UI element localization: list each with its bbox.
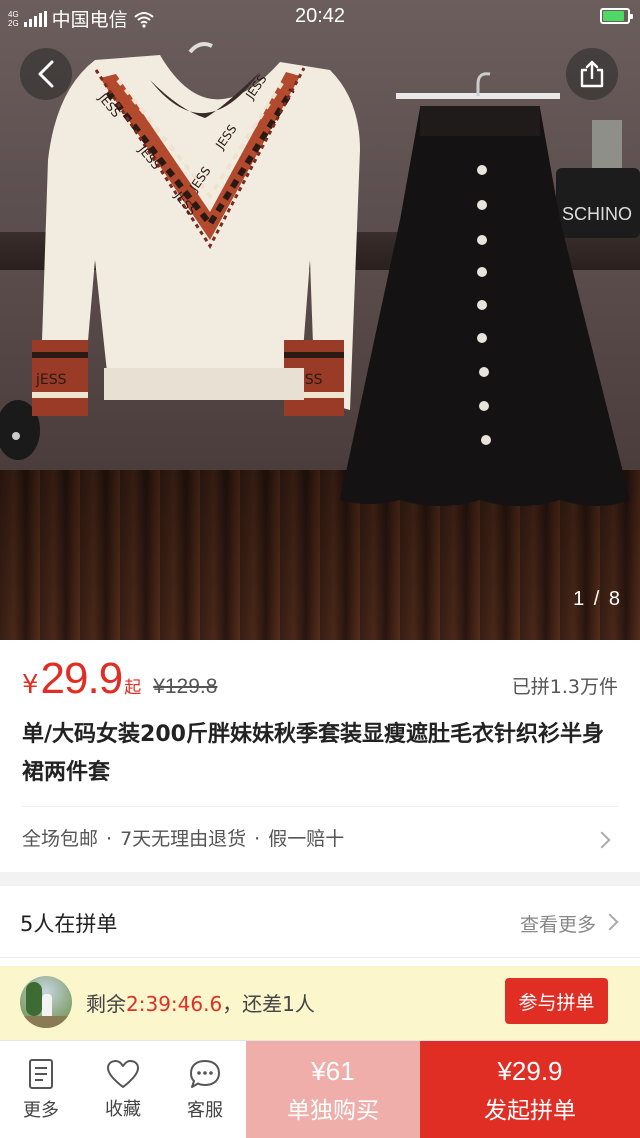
back-button[interactable] (20, 48, 72, 100)
countdown-suffix: ，还差1人 (222, 992, 315, 1016)
group-buy-section: 5人在拼单 查看更多 剩余2:39:46.6，还差1人 参与拼单 (0, 886, 640, 1040)
currency-symbol: ¥ (22, 670, 39, 700)
chat-bubble-icon (190, 1060, 220, 1088)
clock: 20:42 (294, 5, 346, 27)
heart-icon (107, 1060, 139, 1088)
price-row: ¥ 29.9 起 ¥129.8 (22, 654, 217, 704)
single-label: 单独购买 (287, 1097, 379, 1124)
start-group-button[interactable]: ¥29.9 发起拼单 (420, 1041, 640, 1138)
view-more-link[interactable]: 查看更多 (520, 910, 596, 937)
battery-fill (603, 11, 625, 21)
group-title: 5人在拼单 (20, 912, 118, 936)
cuff-print-left: jESS (35, 372, 67, 388)
service-authentic: 假一赔十 (268, 828, 345, 850)
status-bar: 4G 2G 中国电信 20:42 (0, 0, 640, 34)
chevron-right-icon[interactable] (593, 831, 611, 849)
bag-print: SCHINO (562, 204, 632, 224)
original-price: ¥129.8 (153, 675, 218, 698)
sold-count: 已拼1.3万件 (511, 676, 618, 698)
chevron-right-icon (601, 913, 619, 931)
product-info: ¥ 29.9 起 ¥129.8 已拼1.3万件 单/大码女装200斤胖妹妹秋季套… (0, 640, 640, 872)
group-buy-label: 发起拼单 (484, 1097, 576, 1124)
product-title: 单/大码女装200斤胖妹妹秋季套装显瘦遮肚毛衣针织衫半身裙两件套 (22, 722, 604, 785)
countdown-text: 剩余2:39:46.6，还差1人 (86, 988, 315, 1017)
battery-icon (600, 8, 633, 24)
avatar (20, 976, 72, 1028)
service-label: 客服 (187, 1100, 223, 1121)
image-counter: 1 / 8 (573, 588, 622, 610)
service-return: 7天无理由退货 (120, 828, 247, 850)
favorite-label: 收藏 (105, 1099, 141, 1120)
more-label: 更多 (23, 1100, 59, 1121)
group-row: 剩余2:39:46.6，还差1人 参与拼单 (0, 966, 640, 1040)
service-free-shipping: 全场包邮 (22, 828, 99, 850)
join-group-button[interactable]: 参与拼单 (505, 978, 608, 1024)
group-header[interactable]: 5人在拼单 查看更多 (0, 886, 640, 958)
share-button[interactable] (566, 48, 618, 100)
bottom-action-bar: 更多 收藏 客服 ¥61 单独购买 ¥29.9 发起拼单 (0, 1040, 640, 1138)
service-guarantees[interactable]: 全场包邮 · 7天无理由退货 · 假一赔十 (22, 824, 344, 851)
single-price: ¥61 (311, 1055, 355, 1086)
customer-service-button[interactable]: 客服 (164, 1041, 246, 1138)
service-separator: · (254, 828, 261, 850)
service-separator: · (106, 828, 113, 850)
more-button[interactable]: 更多 (0, 1041, 82, 1138)
countdown-timer: 2:39:46.6 (126, 992, 223, 1016)
price-suffix: 起 (124, 678, 142, 698)
group-buy-price: ¥29.9 (497, 1055, 563, 1086)
divider (22, 806, 618, 807)
countdown-prefix: 剩余 (86, 992, 126, 1016)
favorite-button[interactable]: 收藏 (82, 1041, 164, 1138)
group-price: 29.9 (40, 654, 124, 703)
buy-alone-button[interactable]: ¥61 单独购买 (246, 1041, 420, 1138)
product-image-gallery[interactable]: SCHINO jESS jESS JESS JESS JESS JESS JES… (0, 0, 640, 640)
document-icon (29, 1059, 53, 1089)
product-photo: SCHINO jESS jESS JESS JESS JESS JESS JES… (0, 42, 640, 506)
share-icon (580, 60, 604, 88)
chevron-left-icon (38, 60, 54, 88)
